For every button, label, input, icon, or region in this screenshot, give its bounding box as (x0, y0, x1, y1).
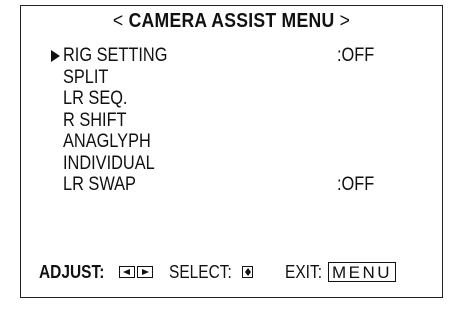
right-arrow-icon (137, 266, 154, 278)
menu-item-label: SPLIT (63, 66, 109, 88)
selection-cursor-icon (51, 50, 60, 62)
menu-title: < CAMERA ASSIST MENU > (46, 10, 416, 33)
menu-key-button[interactable]: MENU (328, 262, 397, 282)
left-arrow-icon (119, 266, 136, 278)
footer-legend: ADJUST: SELECT: EXIT: MENU (39, 259, 439, 285)
menu-item-value: :OFF (337, 174, 375, 195)
menu-item-label: INDIVIDUAL (63, 152, 155, 174)
menu-item-label: LR SEQ. (63, 88, 128, 109)
camera-assist-menu-panel: < CAMERA ASSIST MENU > RIG SETTING :OFF … (20, 5, 443, 298)
menu-item-lr-swap[interactable]: LR SWAP :OFF (51, 174, 431, 196)
menu-item-value: :OFF (337, 45, 375, 66)
menu-item-label: R SHIFT (63, 109, 127, 131)
up-down-arrows-icon (242, 266, 254, 278)
menu-item-r-shift[interactable]: R SHIFT (51, 110, 431, 132)
menu-item-label: RIG SETTING (63, 45, 168, 66)
exit-label: EXIT: (285, 262, 322, 282)
exit-hint: EXIT: MENU (285, 259, 397, 285)
menu-item-anaglyph[interactable]: ANAGLYPH (51, 131, 431, 153)
adjust-hint: ADJUST: (39, 259, 155, 285)
select-label: SELECT: (169, 262, 232, 282)
title-text: CAMERA ASSIST MENU (128, 10, 335, 32)
select-hint: SELECT: (169, 259, 254, 285)
menu-item-lr-seq[interactable]: LR SEQ. (51, 88, 431, 110)
menu-item-label: LR SWAP (63, 174, 136, 195)
menu-item-individual[interactable]: INDIVIDUAL (51, 153, 431, 175)
menu-item-label: ANAGLYPH (63, 131, 151, 152)
adjust-label: ADJUST: (39, 262, 105, 282)
title-left-bracket: < (112, 10, 124, 32)
title-right-bracket: > (339, 10, 351, 32)
menu-item-rig-setting[interactable]: RIG SETTING :OFF (51, 45, 431, 67)
menu-list: RIG SETTING :OFF SPLIT LR SEQ. R SHIFT A… (51, 45, 431, 196)
menu-item-split[interactable]: SPLIT (51, 67, 431, 89)
